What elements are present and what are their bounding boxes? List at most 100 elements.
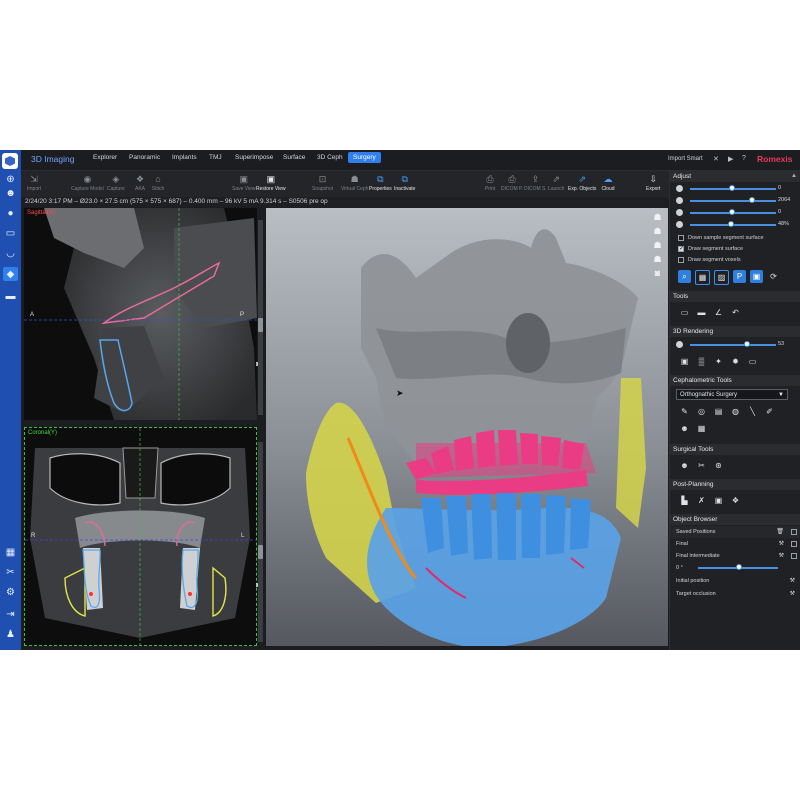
app-logo-icon[interactable]: [2, 153, 18, 169]
slider-knob[interactable]: [729, 185, 735, 191]
import-smart-link[interactable]: Import Smart: [668, 156, 703, 162]
tab-implants[interactable]: Implants: [172, 154, 197, 161]
pen-icon[interactable]: ✎: [678, 405, 691, 418]
angle-icon[interactable]: ∠: [712, 306, 725, 319]
texture-icon[interactable]: ▒: [695, 355, 708, 368]
2d-icon[interactable]: ▭: [3, 226, 18, 240]
tab-explorer[interactable]: Explorer: [93, 154, 117, 161]
opacity-slider[interactable]: 48%: [674, 221, 798, 229]
down-sample-checkbox[interactable]: Down sample segment surface: [678, 234, 764, 242]
panoramic-view-icon[interactable]: P: [733, 270, 746, 283]
brightness-slider[interactable]: 0: [674, 185, 798, 193]
target-icon[interactable]: ◎: [695, 405, 708, 418]
3d-render-view[interactable]: ☗ ☗ ☗ ☗ ◙ ➤: [266, 208, 668, 646]
skull-side-icon[interactable]: ☗: [652, 240, 663, 251]
logout-icon[interactable]: ⇥: [3, 607, 18, 621]
line-icon[interactable]: ╲: [746, 405, 759, 418]
post-planning-header[interactable]: Post-Planning: [670, 479, 800, 490]
surgical-tools-header[interactable]: Surgical Tools: [670, 444, 800, 455]
final-row[interactable]: Final ⚒: [670, 538, 800, 550]
help-icon[interactable]: ?: [742, 155, 746, 162]
export-model-icon[interactable]: ▣: [712, 494, 725, 507]
coronal-scrollbar[interactable]: [258, 442, 263, 642]
help-person-icon[interactable]: ♟: [3, 627, 18, 641]
rendering-header[interactable]: 3D Rendering: [670, 326, 800, 337]
trash-icon[interactable]: 🗑: [776, 526, 784, 538]
tab-superimpose[interactable]: Superimpose: [235, 154, 273, 161]
final-checkbox[interactable]: [791, 541, 797, 547]
tab-3d-ceph[interactable]: 3D Ceph: [317, 154, 343, 161]
draw-surface-checkbox[interactable]: ✓ Draw segment surface: [678, 245, 743, 253]
capture-model-button[interactable]: ◉ Capture Model: [71, 173, 104, 193]
render-mode-icon[interactable]: ▣: [678, 355, 691, 368]
saved-positions-checkbox[interactable]: [791, 529, 797, 535]
coronal-view[interactable]: Coronal(Y) R L: [24, 427, 257, 646]
initial-position-row[interactable]: Initial position ⚒: [670, 575, 800, 587]
tooth-icon[interactable]: ▣: [750, 270, 763, 283]
saved-positions-row[interactable]: Saved Positions 🗑: [670, 526, 800, 538]
model-3d-icon[interactable]: ❖: [729, 494, 742, 507]
save-view-button[interactable]: ▣ Save View: [232, 173, 256, 193]
sagittal-scroll-thumb[interactable]: [258, 318, 263, 332]
cut-icon[interactable]: ✂: [695, 459, 708, 472]
coronal-scroll-thumb[interactable]: [258, 545, 263, 559]
restore-view-button[interactable]: ▣ Restore View: [256, 173, 286, 193]
launch-button[interactable]: ⇗ Launch: [548, 173, 564, 193]
ruler-icon[interactable]: ▬: [695, 306, 708, 319]
grid-icon[interactable]: ▦: [695, 270, 710, 285]
screen-icon[interactable]: ▭: [746, 355, 759, 368]
cloud-button[interactable]: ☁ Cloud: [601, 173, 615, 193]
slider-knob[interactable]: [744, 341, 750, 347]
import-button[interactable]: ⇲ Import: [27, 173, 41, 193]
capture-button[interactable]: ◈ Capture: [107, 173, 125, 193]
patients-icon[interactable]: ☻: [3, 186, 18, 200]
skull-back-icon[interactable]: ☗: [652, 254, 663, 265]
3d-icon[interactable]: ◆: [3, 267, 18, 281]
video-icon[interactable]: ▶: [728, 155, 733, 163]
sagittal-view[interactable]: Sagittal(X) A P: [24, 208, 257, 420]
tools-header[interactable]: Tools: [670, 291, 800, 302]
export-objects-button[interactable]: ⇗ Exp. Objects: [568, 173, 596, 193]
lighting-icon[interactable]: ✦: [712, 355, 725, 368]
zoom-icon[interactable]: ⌕: [678, 270, 691, 283]
archive-icon[interactable]: ▦: [3, 545, 18, 559]
export-button[interactable]: ⇩ Export: [646, 173, 660, 193]
marker-icon[interactable]: ✐: [763, 405, 776, 418]
ceph-tools-header[interactable]: Cephalometric Tools: [670, 375, 800, 386]
stitch-button[interactable]: ⌂ Stitch: [151, 173, 165, 192]
virtual-ceph-button[interactable]: ☗ Virtual Ceph: [341, 173, 368, 193]
undo-icon[interactable]: ↶: [729, 306, 742, 319]
3d-camera-icon[interactable]: ◙: [652, 268, 663, 279]
wrench-small-icon[interactable]: ⚒: [790, 575, 795, 587]
skull-front-icon[interactable]: ☗: [652, 226, 663, 237]
close-icon[interactable]: ✕: [713, 155, 719, 163]
snapshot-button[interactable]: ⊡ Snapshot: [312, 173, 333, 193]
person-icon[interactable]: ●: [3, 206, 18, 220]
panoramic-icon[interactable]: ◡: [3, 246, 18, 260]
slider-knob[interactable]: [729, 209, 735, 215]
globe-icon[interactable]: ◍: [729, 405, 742, 418]
splint-icon[interactable]: ▙: [678, 494, 691, 507]
object-browser-header[interactable]: Object Browser: [670, 514, 800, 525]
draw-voxels-checkbox[interactable]: Draw segment voxels: [678, 256, 741, 264]
wrench-small-icon[interactable]: ⚒: [779, 538, 784, 550]
slider-knob[interactable]: [728, 221, 734, 227]
target-occlusion-row[interactable]: Target occlusion ⚒: [670, 588, 800, 600]
wrench-small-icon[interactable]: ⚒: [790, 588, 795, 600]
rendering-slider[interactable]: 53: [674, 341, 798, 349]
tab-tmj[interactable]: TMJ: [209, 154, 222, 161]
image-icon[interactable]: ▨: [714, 270, 729, 285]
properties-button[interactable]: ⧉ Properties: [369, 173, 392, 193]
final-intermediate-checkbox[interactable]: [791, 553, 797, 559]
gear-icon[interactable]: ✹: [729, 355, 742, 368]
tools-icon[interactable]: ✂: [3, 565, 18, 579]
lock-icon[interactable]: ⊕: [3, 172, 18, 186]
settings-icon[interactable]: ⚙: [3, 585, 18, 599]
aka-button[interactable]: ❖ AKA: [133, 173, 147, 193]
move-segment-icon[interactable]: ⊛: [712, 459, 725, 472]
eraser-icon[interactable]: ▭: [678, 306, 691, 319]
wrench-icon[interactable]: ✗: [695, 494, 708, 507]
slider-knob[interactable]: [749, 197, 755, 203]
inactivate-button[interactable]: ⧉ Inactivate: [394, 173, 415, 193]
tab-surface[interactable]: Surface: [283, 154, 305, 161]
